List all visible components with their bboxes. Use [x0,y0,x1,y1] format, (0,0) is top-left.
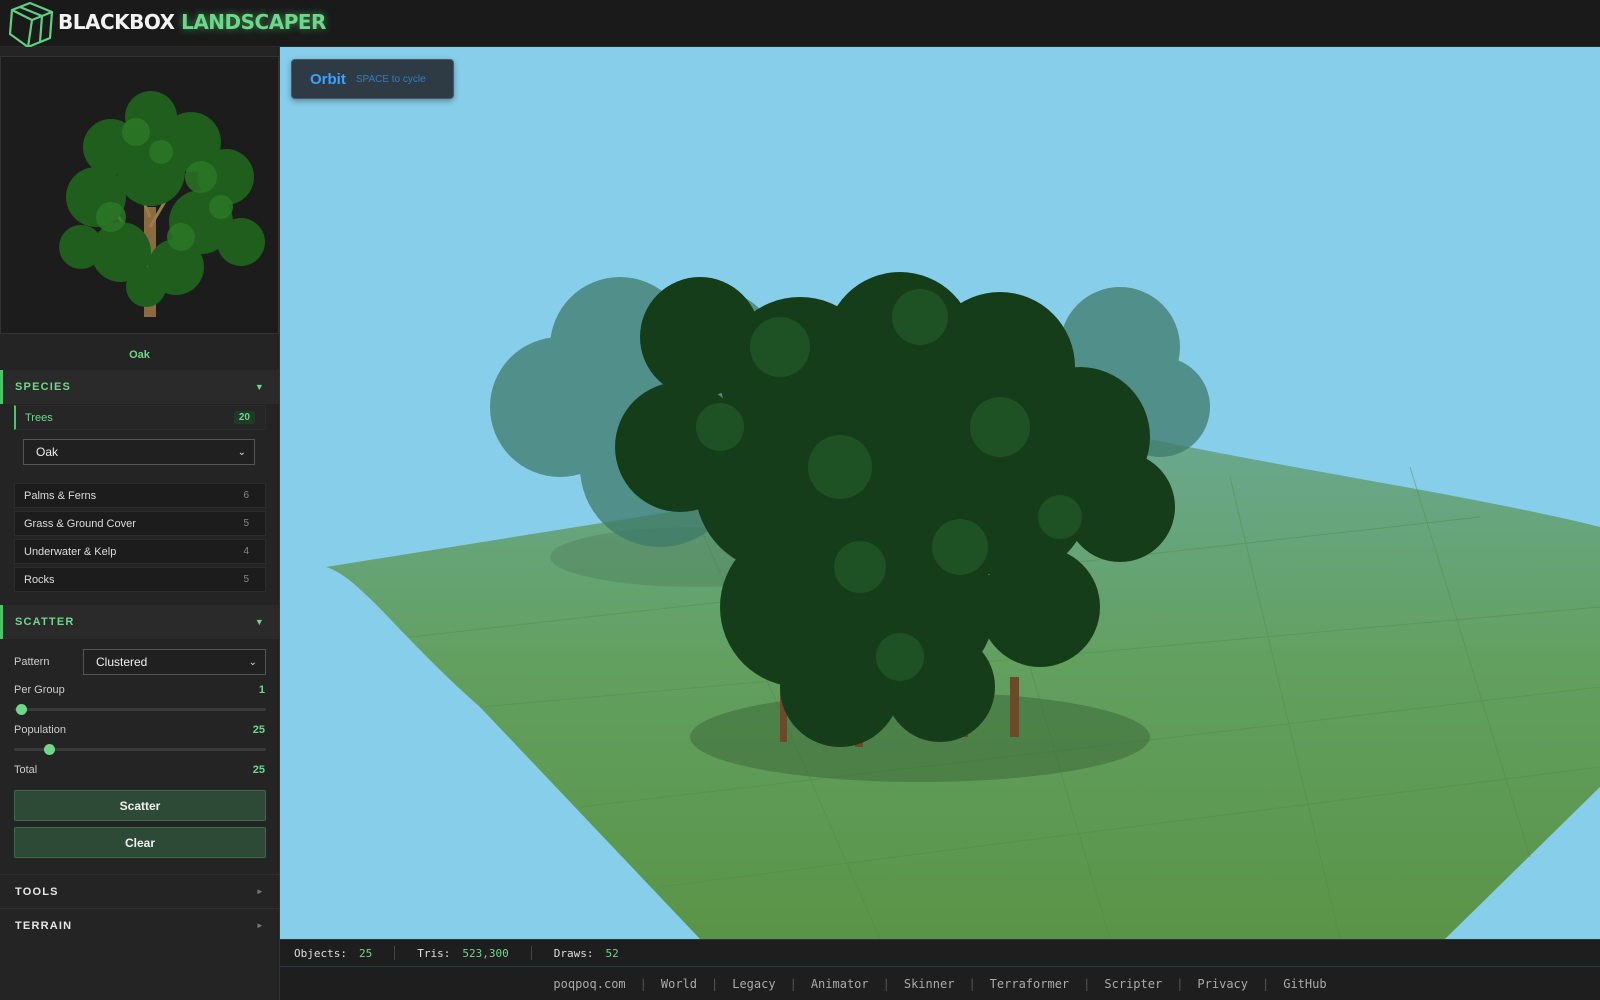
footer-link-skinner[interactable]: Skinner [890,977,969,991]
footer-separator: | [711,976,719,991]
per-group-slider-thumb[interactable] [16,704,27,715]
pattern-select[interactable]: Clustered ⌄ [83,649,266,675]
footer-link-github[interactable]: GitHub [1269,977,1340,991]
footer-link-privacy[interactable]: Privacy [1183,977,1262,991]
tree-species-value: Oak [36,445,59,459]
footer-link-terraformer[interactable]: Terraformer [976,977,1083,991]
category-underwater-kelp[interactable]: Underwater & Kelp 4 [14,539,266,564]
chevron-right-icon: ► [255,887,265,896]
total-label: Total [14,764,38,776]
chevron-down-icon: ⌄ [248,656,257,668]
footer-separator: | [882,976,890,991]
population-value: 25 [252,724,265,736]
per-group-label: Per Group [14,684,65,696]
category-label: Grass & Ground Cover [24,517,136,530]
stat-divider [530,946,532,960]
tris-label: Tris: [417,946,451,960]
footer-separator: | [968,976,976,991]
footer-link-poqpoq[interactable]: poqpoq.com [539,977,639,991]
category-trees[interactable]: Trees 20 [14,405,266,430]
app-header: BLACKBOX LANDSCAPER [0,0,1600,48]
clear-button[interactable]: Clear [14,827,266,858]
footer-separator: | [1083,976,1091,991]
tools-section-title: TOOLS [15,885,59,898]
category-label: Rocks [24,573,55,586]
chevron-down-icon: ▼ [254,382,265,392]
category-count: 5 [243,574,249,585]
category-grass-ground-cover[interactable]: Grass & Ground Cover 5 [14,511,266,536]
footer-link-legacy[interactable]: Legacy [718,977,789,991]
pattern-label: Pattern [14,656,50,668]
species-section-header[interactable]: SPECIES ▼ [0,370,279,404]
population-slider-thumb[interactable] [44,744,55,755]
tree-species-select[interactable]: Oak ⌄ [23,439,255,465]
per-group-slider[interactable] [14,704,266,715]
camera-mode-hint: SPACE to cycle [355,73,426,85]
population-label: Population [14,724,66,736]
footer-separator: | [639,976,647,991]
camera-mode-indicator[interactable]: Orbit SPACE to cycle [291,59,454,99]
scatter-section-title: SCATTER [15,616,75,628]
terrain-section-title: TERRAIN [15,919,73,932]
footer-nav: poqpoq.com | World | Legacy | Animator |… [280,966,1600,1000]
footer-separator: | [1262,976,1270,991]
camera-mode: Orbit [310,70,346,88]
draws-stat: Draws: 52 [554,947,641,960]
3d-viewport[interactable]: Orbit SPACE to cycle [280,47,1600,939]
tris-stat: Tris: 523,300 [417,947,530,960]
oak-preview-tree-icon [59,91,265,317]
cube-logo-icon [8,1,54,48]
scatter-section-header[interactable]: SCATTER ▼ [0,605,279,639]
species-section-title: SPECIES [15,381,72,393]
objects-label: Objects: [294,946,347,960]
tris-count: 523,300 [462,946,509,960]
preview-species-name: Oak [129,349,150,361]
category-label: Palms & Ferns [24,489,97,502]
pattern-value: Clustered [96,655,148,669]
sidebar: Oak SPECIES ▼ Trees 20 Oak ⌄ Palms & Fer… [0,47,280,1000]
stat-divider [394,946,396,960]
category-palms-ferns[interactable]: Palms & Ferns 6 [14,483,266,508]
chevron-down-icon: ⌄ [237,446,246,458]
category-label: Trees [25,411,53,424]
chevron-right-icon: ► [255,921,265,930]
population-slider[interactable] [14,744,266,755]
brand-word-1: BLACKBOX [58,10,175,34]
objects-stat: Objects: 25 [294,947,394,960]
app-title: BLACKBOX LANDSCAPER [58,10,326,34]
brand-word-2: LANDSCAPER [181,10,326,34]
footer-separator: | [1176,976,1184,991]
category-rocks[interactable]: Rocks 5 [14,567,266,592]
footer-link-world[interactable]: World [647,977,711,991]
draws-label: Draws: [553,946,594,960]
chevron-down-icon: ▼ [254,617,265,627]
per-group-value: 1 [258,684,265,696]
category-count: 20 [233,411,255,424]
draws-count: 52 [605,946,619,960]
species-preview [0,56,279,334]
footer-link-scripter[interactable]: Scripter [1090,977,1176,991]
objects-count: 25 [358,946,373,960]
category-count: 4 [243,546,249,557]
category-count: 5 [243,518,249,529]
category-label: Underwater & Kelp [24,545,117,558]
category-count: 6 [243,490,249,501]
terrain-section-header[interactable]: TERRAIN ► [0,908,279,942]
footer-separator: | [789,976,797,991]
footer-link-animator[interactable]: Animator [797,977,883,991]
total-value: 25 [252,764,265,776]
scene-render [326,272,1600,939]
scatter-button[interactable]: Scatter [14,790,266,821]
tools-section-header[interactable]: TOOLS ► [0,874,279,908]
stats-bar: Objects: 25 Tris: 523,300 Draws: 52 [280,939,1600,966]
